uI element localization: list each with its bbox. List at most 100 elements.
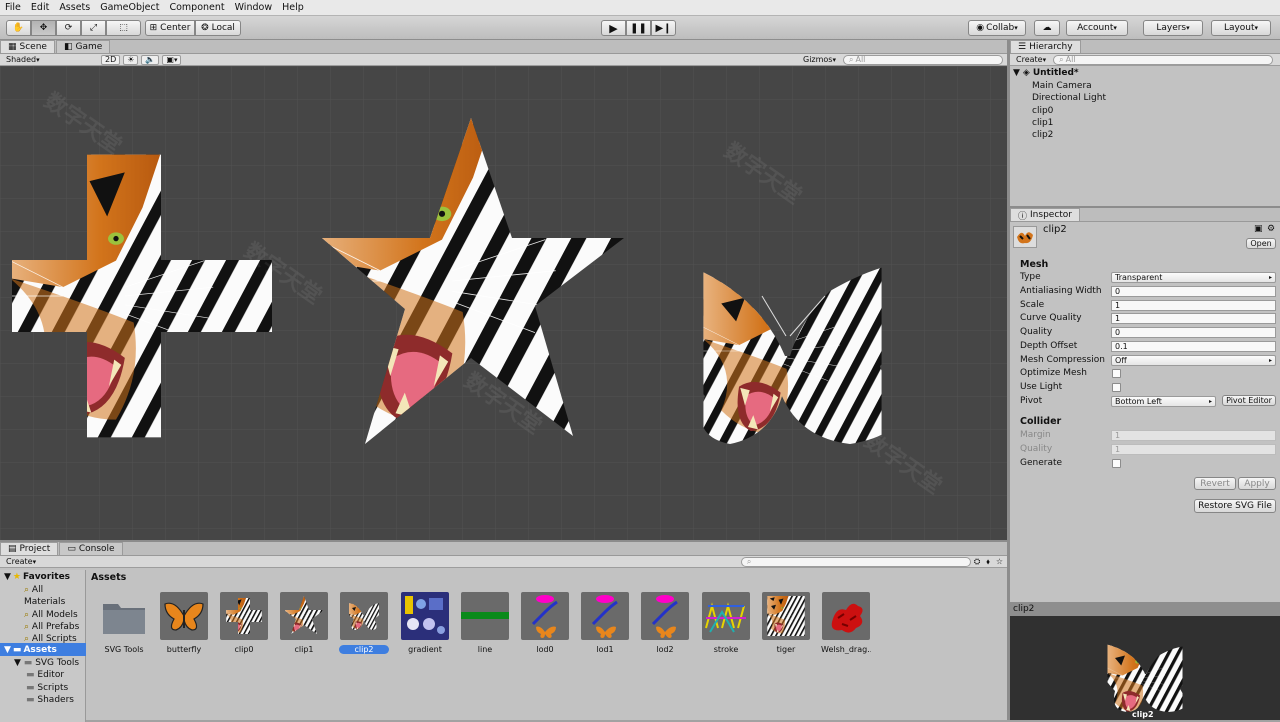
tab-project[interactable]: ▤ Project — [0, 542, 59, 555]
move-tool-button[interactable]: ✥ — [31, 20, 56, 36]
asset-lod0[interactable]: lod0 — [520, 592, 570, 654]
expand-arrow-icon[interactable]: ▼ — [1013, 68, 1020, 78]
asset-butterfly[interactable]: butterfly — [159, 592, 209, 654]
tab-scene[interactable]: ▦ Scene — [0, 40, 55, 53]
hand-icon: ✋ — [12, 23, 25, 33]
asset-line[interactable]: line — [460, 592, 510, 654]
asset-tiger[interactable]: tiger — [761, 592, 811, 654]
scale-tool-button[interactable]: ⤢ — [81, 20, 106, 36]
hierarchy-item-clip1[interactable]: clip1 — [1032, 117, 1106, 129]
apply-button[interactable]: Apply — [1238, 477, 1276, 490]
menu-gameobject[interactable]: GameObject — [95, 2, 164, 13]
assets-breadcrumb[interactable]: Assets — [91, 572, 126, 583]
asset-clip2[interactable]: clip2 — [339, 592, 389, 654]
mesh-optimize-mesh-checkbox[interactable] — [1112, 369, 1121, 379]
audio-toggle[interactable]: 🔈 — [141, 54, 160, 65]
favorites-row[interactable]: ▼ ★ Favorites — [4, 572, 70, 582]
lighting-toggle[interactable]: ☀ — [123, 54, 139, 65]
hierarchy-item-directional-light[interactable]: Directional Light — [1032, 92, 1106, 104]
hierarchy-item-clip0[interactable]: clip0 — [1032, 105, 1106, 117]
collider-generate-checkbox[interactable] — [1112, 458, 1121, 468]
search-icon: ⌕ — [24, 609, 30, 620]
collider-quality-field[interactable]: 1 — [1111, 443, 1276, 455]
restore-svg-file-button[interactable]: Restore SVG File — [1194, 499, 1276, 513]
play-button[interactable]: ▶ — [601, 20, 626, 36]
mesh-antialiasing-width-field[interactable]: 0 — [1111, 285, 1276, 297]
menu-window[interactable]: Window — [230, 2, 277, 13]
scene-search-input[interactable]: ⌕ All — [843, 54, 1003, 65]
hierarchy-create-dropdown[interactable]: Create — [1013, 55, 1049, 65]
tab-inspector[interactable]: ⓘ Inspector — [1010, 208, 1080, 222]
mesh-depth-offset-field[interactable]: 0.1 — [1111, 340, 1276, 352]
scene-root-row[interactable]: ▼ ◈ Untitled* — [1013, 68, 1079, 78]
hierarchy-item-main-camera[interactable]: Main Camera — [1032, 80, 1106, 92]
menu-help[interactable]: Help — [277, 2, 309, 13]
tree-item-shaders[interactable]: ▬ Shaders — [14, 694, 79, 706]
settings-gear-icon[interactable]: ⚙ — [1267, 224, 1275, 234]
tree-item-editor[interactable]: ▬ Editor — [14, 669, 79, 681]
tab-game[interactable]: ◧ Game — [55, 40, 111, 53]
dropdown-arrow-icon: ▸ — [1208, 397, 1212, 405]
asset-clip1[interactable]: clip1 — [279, 592, 329, 654]
collider-margin-field[interactable]: 1 — [1111, 430, 1276, 441]
rect-tool-button[interactable]: ⬚ — [106, 20, 141, 36]
project-create-dropdown[interactable]: Create — [3, 557, 39, 567]
account-dropdown[interactable]: Account — [1066, 20, 1128, 36]
open-button[interactable]: Open — [1246, 238, 1276, 249]
asset-svg-tools[interactable]: SVG Tools — [99, 592, 149, 654]
mesh-curve-quality-field[interactable]: 1 — [1111, 313, 1276, 325]
rotate-tool-button[interactable]: ⟳ — [56, 20, 81, 36]
asset-gradient[interactable]: gradient — [400, 592, 450, 654]
pivot-editor-button[interactable]: Pivot Editor — [1222, 395, 1276, 406]
gizmos-dropdown[interactable]: Gizmos — [800, 55, 839, 65]
tab-hierarchy[interactable]: ☰ Hierarchy — [1010, 40, 1081, 53]
pivot-local-button[interactable]: ❂ Local — [195, 20, 241, 36]
mesh-pivot-dropdown[interactable]: Bottom Left ▸ — [1111, 395, 1216, 407]
favorite-all-materials[interactable]: ⌕ All Materials — [24, 584, 85, 609]
asset-welsh-dragon[interactable]: Welsh_drag... — [821, 592, 871, 654]
revert-button[interactable]: Revert — [1194, 477, 1236, 490]
mesh-mesh-compression-dropdown[interactable]: Off ▸ — [1111, 354, 1276, 366]
layout-dropdown[interactable]: Layout — [1211, 20, 1271, 36]
asset-clip0[interactable]: clip0 — [219, 592, 269, 654]
assets-tree-row[interactable]: ▼ ▬ Assets — [0, 643, 86, 656]
mesh-use-light-checkbox[interactable] — [1112, 383, 1121, 392]
hierarchy-control-bar: Create ⌕All — [1010, 54, 1280, 66]
book-icon[interactable]: ▣ — [1254, 224, 1263, 234]
hierarchy-item-clip2[interactable]: clip2 — [1032, 129, 1106, 141]
stroke-icon — [702, 592, 750, 640]
layers-dropdown[interactable]: Layers — [1143, 20, 1203, 36]
favorite-star-icon[interactable]: ☆ — [996, 557, 1003, 566]
mesh-scale-field[interactable]: 1 — [1111, 299, 1276, 311]
pivot-center-button[interactable]: ⊞ Center — [145, 20, 195, 36]
menu-component[interactable]: Component — [164, 2, 229, 13]
filter-type-icon[interactable]: ⛭ — [974, 557, 980, 567]
tree-item-svg-tools[interactable]: ▼ ▬ SVG Tools — [14, 657, 79, 669]
project-search-input[interactable]: ⌕ — [740, 556, 971, 567]
favorite-all-models[interactable]: ⌕ All Models — [24, 609, 85, 621]
favorite-all-prefabs[interactable]: ⌕ All Prefabs — [24, 621, 85, 633]
collab-dropdown[interactable]: ◉ Collab — [968, 20, 1026, 36]
menu-file[interactable]: File — [0, 2, 26, 13]
cloud-button[interactable]: ☁ — [1034, 20, 1060, 36]
asset-lod1[interactable]: lod1 — [580, 592, 630, 654]
mesh-type-dropdown[interactable]: Transparent ▸ — [1111, 272, 1276, 283]
hand-tool-button[interactable]: ✋ — [6, 20, 31, 36]
tree-item-scripts[interactable]: ▬ Scripts — [14, 682, 79, 694]
asset-stroke[interactable]: stroke — [701, 592, 751, 654]
menu-edit[interactable]: Edit — [26, 2, 54, 13]
menu-assets[interactable]: Assets — [54, 2, 95, 13]
filter-label-icon[interactable]: ⬧ — [986, 557, 990, 567]
asset-lod2[interactable]: lod2 — [640, 592, 690, 654]
move-icon: ✥ — [39, 23, 48, 33]
mesh-quality-field[interactable]: 0 — [1111, 327, 1276, 338]
scene-viewport[interactable]: 数字天堂 数字天堂 数字天堂 数字天堂 数字天堂 — [0, 66, 1007, 540]
mode-2d-toggle[interactable]: 2D — [101, 54, 121, 65]
pause-button[interactable]: ❚❚ — [626, 20, 651, 36]
step-button[interactable]: ▶❙ — [651, 20, 676, 36]
expand-arrow-icon: ▼ — [4, 644, 11, 655]
shading-mode-dropdown[interactable]: Shaded — [3, 55, 91, 65]
tab-console[interactable]: ▭ Console — [59, 542, 123, 555]
hierarchy-search-input[interactable]: ⌕ All — [1053, 54, 1274, 65]
effects-dropdown[interactable]: ▣ — [162, 54, 182, 65]
